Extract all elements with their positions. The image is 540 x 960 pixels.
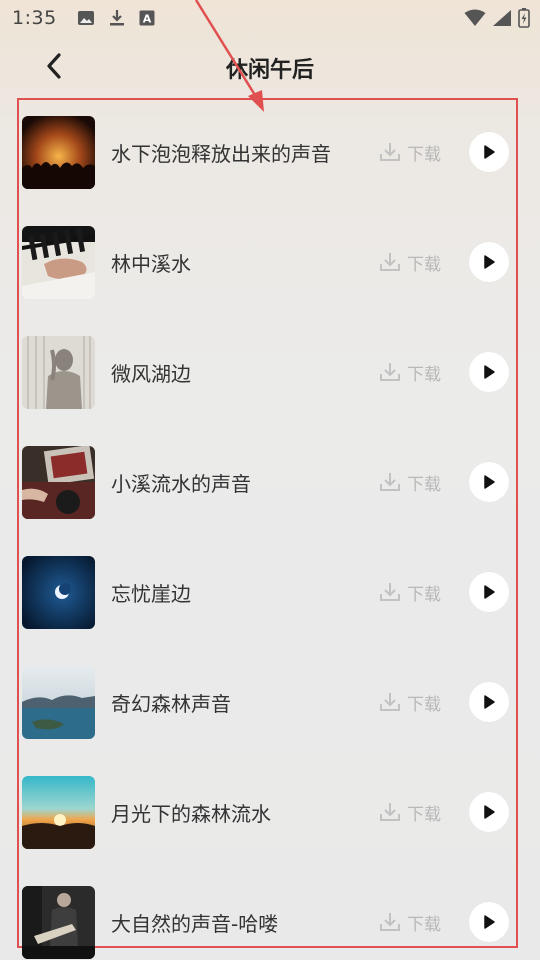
download-button[interactable]: 下载	[379, 360, 441, 385]
play-button[interactable]	[469, 352, 509, 392]
status-icons-left: A	[77, 9, 155, 27]
track-thumbnail	[22, 115, 95, 189]
play-button[interactable]	[469, 572, 509, 612]
download-label: 下载	[407, 144, 441, 165]
play-icon	[484, 915, 495, 929]
download-label: 下载	[407, 584, 441, 605]
download-icon	[109, 9, 125, 27]
download-icon	[380, 363, 400, 381]
battery-icon	[518, 8, 530, 28]
play-button[interactable]	[469, 902, 509, 942]
download-icon	[380, 143, 400, 161]
play-button[interactable]	[469, 242, 509, 282]
download-icon	[380, 803, 400, 821]
download-label: 下载	[407, 254, 441, 275]
download-label: 下载	[407, 914, 441, 935]
track-title: 月光下的森林流水	[111, 801, 271, 826]
track-row[interactable]: 忘忧崖边 下载	[22, 555, 517, 629]
play-button[interactable]	[469, 682, 509, 722]
track-row[interactable]: 水下泡泡释放出来的声音 下载	[22, 115, 517, 189]
play-icon	[484, 255, 495, 269]
chevron-left-icon	[44, 52, 64, 84]
track-title: 水下泡泡释放出来的声音	[111, 141, 331, 166]
download-button[interactable]: 下载	[379, 140, 441, 165]
play-button[interactable]	[469, 462, 509, 502]
play-icon	[484, 585, 495, 599]
play-button[interactable]	[469, 792, 509, 832]
track-thumbnail	[22, 665, 95, 739]
track-row[interactable]: 小溪流水的声音 下载	[22, 445, 517, 519]
track-thumbnail	[22, 445, 95, 519]
back-button[interactable]	[36, 50, 72, 86]
download-label: 下载	[407, 364, 441, 385]
wifi-icon	[464, 9, 486, 27]
play-icon	[484, 365, 495, 379]
svg-text:A: A	[142, 13, 151, 26]
track-thumbnail	[22, 555, 95, 629]
status-time: 1:35	[12, 7, 57, 29]
download-icon	[380, 473, 400, 491]
header: 休闲午后	[0, 40, 540, 96]
play-icon	[484, 695, 495, 709]
status-bar: 1:35 A	[0, 0, 540, 36]
status-icons-right	[464, 8, 530, 28]
font-icon: A	[139, 10, 155, 26]
download-button[interactable]: 下载	[379, 250, 441, 275]
track-thumbnail	[22, 775, 95, 849]
track-row[interactable]: 林中溪水 下载	[22, 225, 517, 299]
play-icon	[484, 475, 495, 489]
play-icon	[484, 805, 495, 819]
download-icon	[380, 913, 400, 931]
track-thumbnail	[22, 885, 95, 959]
track-title: 小溪流水的声音	[111, 471, 251, 496]
track-title: 林中溪水	[111, 251, 191, 276]
image-icon	[77, 9, 95, 27]
track-title: 奇幻森林声音	[111, 691, 231, 716]
track-row[interactable]: 奇幻森林声音 下载	[22, 665, 517, 739]
track-thumbnail	[22, 225, 95, 299]
track-row[interactable]: 微风湖边 下载	[22, 335, 517, 409]
download-button[interactable]: 下载	[379, 580, 441, 605]
play-button[interactable]	[469, 132, 509, 172]
download-label: 下载	[407, 474, 441, 495]
signal-icon	[492, 9, 512, 27]
track-title: 微风湖边	[111, 361, 191, 386]
track-row[interactable]: 月光下的森林流水 下载	[22, 775, 517, 849]
download-button[interactable]: 下载	[379, 800, 441, 825]
track-row[interactable]: 大自然的声音-哈喽 下载	[22, 885, 517, 959]
page-title: 休闲午后	[225, 58, 314, 83]
download-label: 下载	[407, 694, 441, 715]
track-title: 大自然的声音-哈喽	[111, 911, 279, 936]
download-button[interactable]: 下载	[379, 690, 441, 715]
track-title: 忘忧崖边	[111, 581, 191, 606]
play-icon	[484, 145, 495, 159]
download-button[interactable]: 下载	[379, 470, 441, 495]
track-thumbnail	[22, 335, 95, 409]
download-button[interactable]: 下载	[379, 910, 441, 935]
download-icon	[380, 693, 400, 711]
download-icon	[380, 253, 400, 271]
download-icon	[380, 583, 400, 601]
download-label: 下载	[407, 804, 441, 825]
